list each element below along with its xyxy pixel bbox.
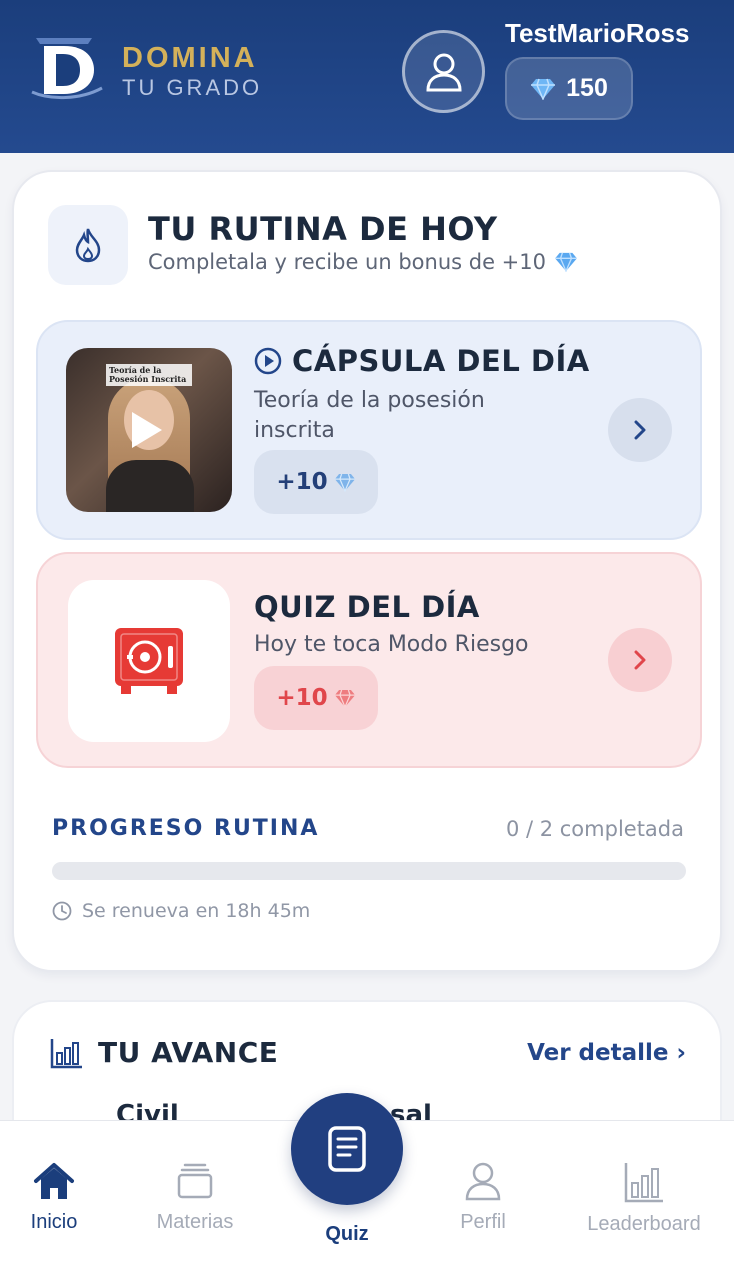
quiz-reward-value: +10 [276, 685, 328, 711]
quiz-task-card[interactable]: QUIZ DEL DÍA Hoy te toca Modo Riesgo +10 [36, 552, 702, 768]
capsula-title: CÁPSULA DEL DÍA [292, 344, 590, 378]
avance-title: TU AVANCE [98, 1036, 279, 1069]
bar-chart-icon [50, 1038, 82, 1068]
diamond-icon [334, 473, 355, 492]
profile-avatar-button[interactable] [402, 30, 485, 113]
renew-text: Se renueva en 18h 45m [82, 900, 311, 922]
quiz-description: Hoy te toca Modo Riesgo [254, 632, 529, 657]
gem-balance[interactable]: 150 [505, 57, 633, 120]
progress-count: 0 / 2 completada [505, 817, 684, 841]
ver-detalle-link[interactable]: Ver detalle › [527, 1040, 686, 1066]
renew-timer: Se renueva en 18h 45m [52, 900, 310, 922]
document-icon [328, 1126, 366, 1172]
routine-title: TU RUTINA DE HOY [148, 210, 498, 248]
capsula-open-button[interactable] [608, 398, 672, 462]
nav-materias[interactable]: Materias [120, 1161, 270, 1234]
home-icon [34, 1163, 74, 1199]
bar-chart-icon [624, 1163, 663, 1203]
diamond-icon [555, 252, 577, 272]
diamond-icon [334, 689, 355, 708]
diamond-icon [531, 78, 556, 100]
nav-inicio[interactable]: Inicio [0, 1161, 129, 1234]
nav-quiz-button[interactable] [291, 1093, 403, 1205]
thumbnail-caption: Teoría de la Posesión Inscrita [106, 364, 192, 386]
safe-icon [115, 628, 183, 694]
play-circle-icon [254, 347, 282, 375]
capsula-reward-badge: +10 [254, 450, 378, 514]
nav-perfil[interactable]: Perfil [408, 1161, 558, 1234]
nav-perfil-label: Perfil [460, 1211, 506, 1233]
quiz-title: QUIZ DEL DÍA [254, 590, 480, 624]
capsula-description: Teoría de la posesión inscrita [254, 388, 485, 443]
app-header: DOMINA TU GRADO TestMarioRoss 150 [0, 0, 734, 153]
brand-tagline: TU GRADO [122, 75, 263, 100]
routine-subtitle: Completala y recibe un bonus de +10 [148, 250, 578, 274]
brand-name: DOMINA [122, 42, 258, 74]
routine-card: TU RUTINA DE HOY Completala y recibe un … [12, 170, 722, 972]
capsula-video-thumbnail[interactable]: Teoría de la Posesión Inscrita [66, 348, 232, 512]
routine-subtitle-text: Completala y recibe un bonus de +10 [148, 250, 546, 274]
capsula-reward-value: +10 [276, 469, 328, 495]
progress-label: PROGRESO RUTINA [52, 816, 320, 841]
capsula-task-card[interactable]: Teoría de la Posesión Inscrita CÁPSULA D… [36, 320, 702, 540]
nav-leaderboard[interactable]: Leaderboard [569, 1161, 719, 1236]
quiz-icon-box [68, 580, 230, 742]
logo-d-icon [31, 38, 103, 100]
quiz-reward-badge: +10 [254, 666, 378, 730]
bottom-navigation: Inicio Materias Quiz Perfil Leaderboard [0, 1093, 734, 1284]
progress-bar [52, 862, 686, 880]
capsula-header: CÁPSULA DEL DÍA [254, 344, 590, 378]
nav-leaderboard-label: Leaderboard [587, 1213, 701, 1235]
user-icon [465, 1162, 501, 1201]
user-icon [425, 53, 462, 91]
folders-icon [177, 1163, 213, 1199]
flame-icon [75, 228, 101, 263]
play-icon [132, 412, 162, 448]
avance-header: TU AVANCE [50, 1036, 278, 1069]
nav-quiz-label[interactable]: Quiz [291, 1223, 403, 1246]
chevron-right-icon [634, 420, 646, 440]
flame-icon-box [48, 205, 128, 285]
clock-icon [52, 901, 72, 921]
quiz-open-button[interactable] [608, 628, 672, 692]
chevron-right-icon [634, 650, 646, 670]
username: TestMarioRoss [505, 18, 690, 48]
nav-inicio-label: Inicio [30, 1211, 78, 1233]
quiz-header: QUIZ DEL DÍA [254, 590, 480, 624]
gem-count: 150 [566, 74, 608, 102]
nav-materias-label: Materias [156, 1211, 234, 1233]
